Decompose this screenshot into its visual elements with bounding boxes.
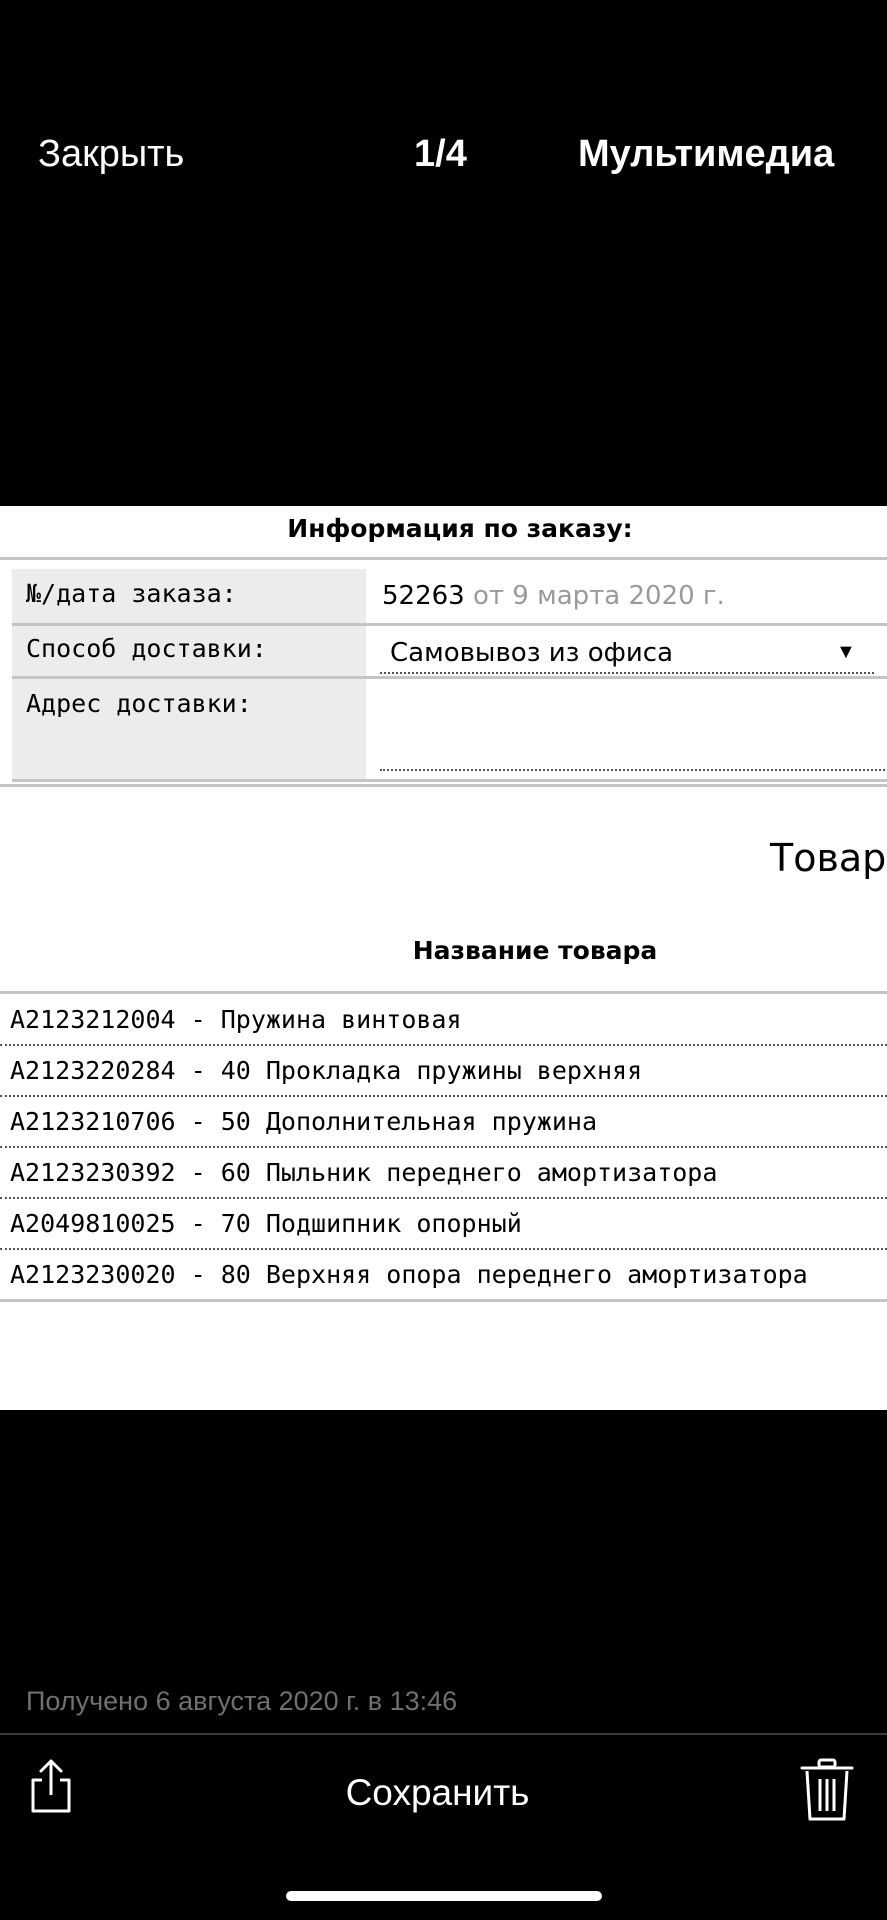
product-name: A2123220284 - 40 Прокладка пружины верхн… — [10, 1056, 643, 1085]
dropdown-arrow-icon[interactable]: ▼ — [836, 641, 856, 664]
received-timestamp: Получено 6 августа 2020 г. в 13:46 — [26, 1686, 458, 1716]
product-name-column-header: Название товара — [412, 936, 658, 965]
list-item: A2123220284 - 40 Прокладка пружины верхн… — [0, 1048, 887, 1098]
list-item: A2123210706 - 50 Дополнительная пружина — [0, 1099, 887, 1149]
row-underline — [0, 1197, 887, 1199]
delivery-address-row: Адрес доставки: — [12, 679, 887, 779]
close-button[interactable]: Закрыть — [38, 133, 184, 176]
image-counter: 1/4 — [414, 133, 467, 175]
list-item: A2123212004 - Пружина винтовая — [0, 997, 887, 1047]
divider — [0, 557, 887, 560]
viewer-top-bar: Закрыть 1/4 Мультимедиа — [0, 0, 887, 320]
row-underline — [0, 1095, 887, 1097]
trash-icon[interactable] — [800, 1758, 854, 1822]
order-number: 52263 — [382, 581, 465, 611]
divider — [0, 991, 887, 994]
address-underline — [380, 769, 887, 771]
row-underline — [0, 1044, 887, 1046]
list-item: A2123230392 - 60 Пыльник переднего аморт… — [0, 1150, 887, 1200]
save-button[interactable]: Сохранить — [280, 1772, 595, 1814]
goods-heading: Товары — [770, 836, 887, 880]
media-button[interactable]: Мультимедиа — [578, 133, 834, 176]
product-name: A2049810025 - 70 Подшипник опорный — [10, 1209, 522, 1238]
product-name: A2123230392 - 60 Пыльник переднего аморт… — [10, 1158, 718, 1187]
product-name: A2123230020 - 80 Верхняя опора переднего… — [10, 1260, 808, 1289]
row-underline — [0, 1248, 887, 1250]
order-number-label: №/дата заказа: — [12, 569, 366, 623]
order-number-row: №/дата заказа: 52263 от 9 марта 2020 г. — [12, 569, 887, 623]
divider — [12, 779, 887, 782]
order-info-title: Информация по заказу: — [287, 514, 633, 543]
list-item: A2123230020 - 80 Верхняя опора переднего… — [0, 1252, 887, 1302]
order-number-value: 52263 от 9 марта 2020 г. — [382, 581, 725, 611]
order-date: от 9 марта 2020 г. — [472, 581, 725, 611]
divider — [0, 784, 887, 787]
home-indicator — [286, 1891, 602, 1901]
divider — [0, 1299, 887, 1302]
share-icon[interactable] — [28, 1758, 74, 1814]
row-underline — [0, 1146, 887, 1148]
delivery-address-label: Адрес доставки: — [12, 679, 366, 779]
order-document-image: Информация по заказу: №/дата заказа: 522… — [0, 506, 887, 1410]
delivery-method-label: Способ доставки: — [12, 626, 366, 676]
product-name: A2123212004 - Пружина винтовая — [10, 1005, 462, 1034]
product-name: A2123210706 - 50 Дополнительная пружина — [10, 1107, 597, 1136]
select-underline — [380, 672, 874, 674]
delivery-method-select[interactable]: Самовывоз из офиса — [390, 638, 673, 668]
delivery-method-row: Способ доставки: Самовывоз из офиса ▼ — [12, 626, 887, 676]
toolbar-divider — [0, 1733, 887, 1735]
list-item: A2049810025 - 70 Подшипник опорный — [0, 1201, 887, 1251]
